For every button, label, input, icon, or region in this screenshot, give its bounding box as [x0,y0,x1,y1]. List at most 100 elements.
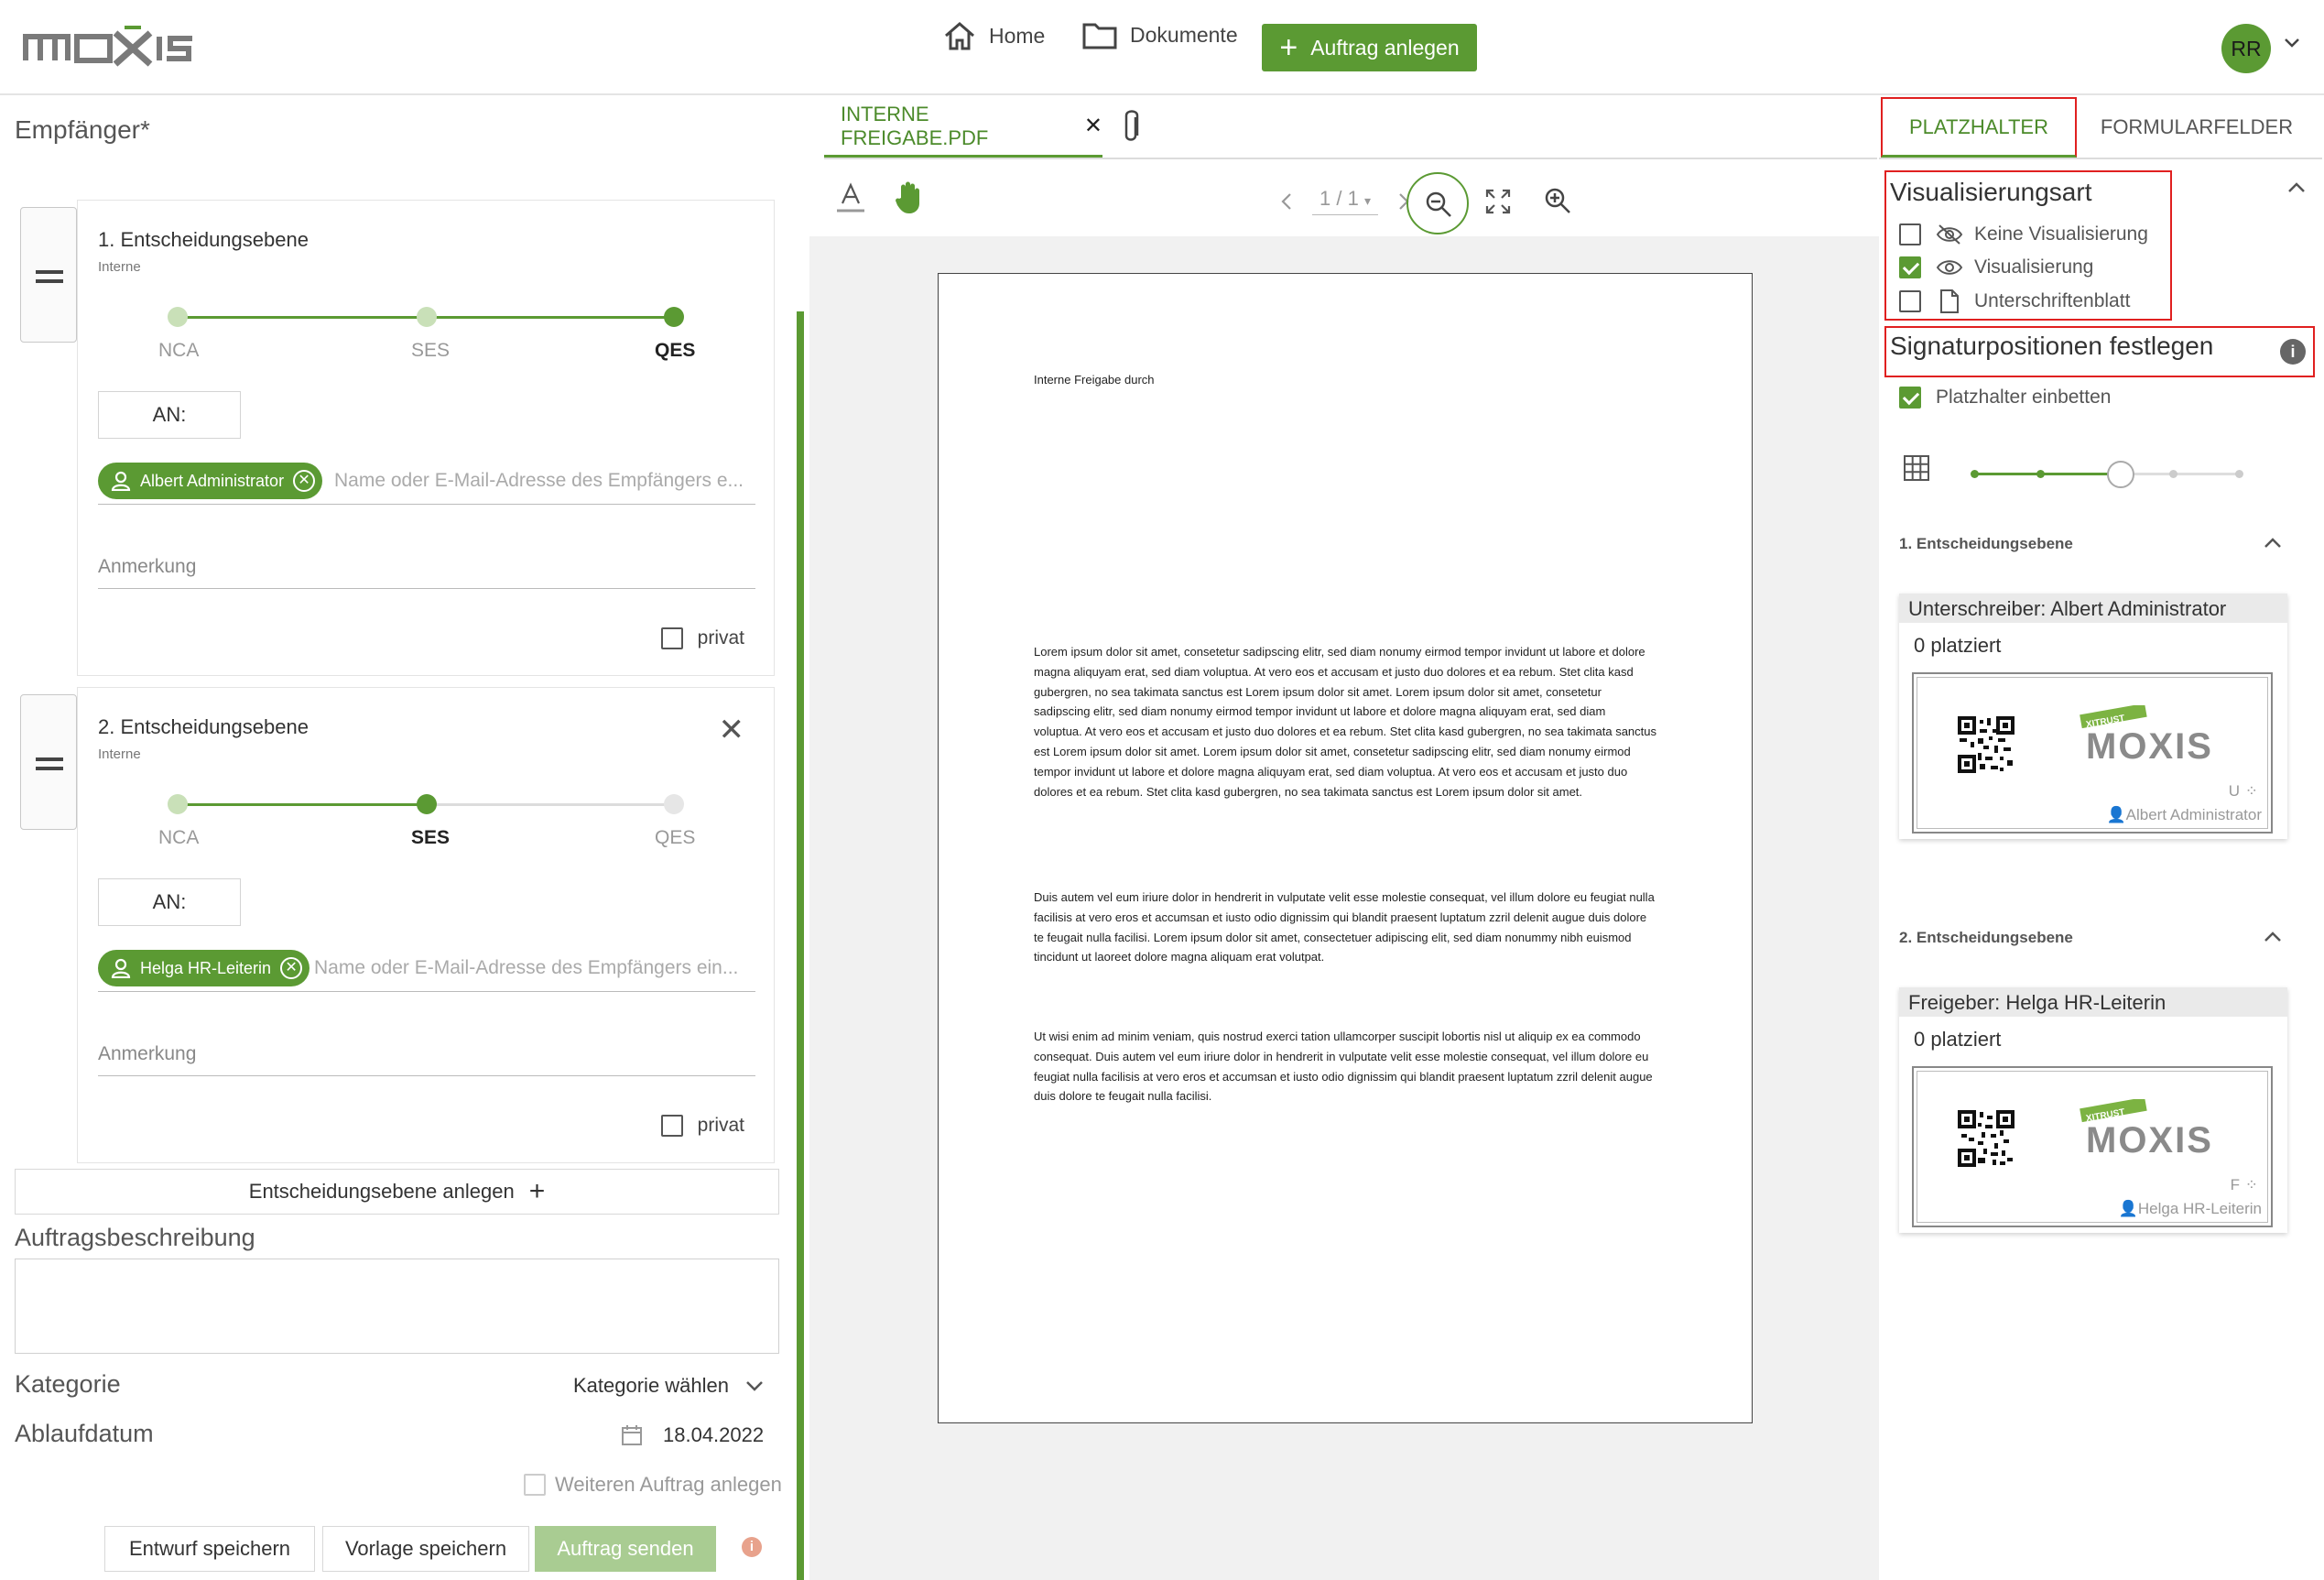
category-select[interactable]: Kategorie wählen [573,1374,764,1398]
moxis-logo[interactable] [22,24,196,70]
create-order-button[interactable]: + Auftrag anlegen [1262,24,1477,71]
visualization-on-checkbox[interactable] [1899,256,1921,278]
private-label: privat [697,627,744,648]
add-decision-level-button[interactable]: Entscheidungsebene anlegen + [15,1169,779,1215]
private-checkbox-box[interactable] [660,627,683,649]
tab-document[interactable]: INTERNE FREIGABE.PDF ✕ [824,97,1102,158]
private-checkbox[interactable]: privat [660,1115,744,1137]
private-checkbox-box[interactable] [660,1115,683,1137]
signature-preview[interactable]: XITRUST MOXIS F ⁘ 👤Helga HR-Leiterin [1912,1066,2273,1227]
eye-off-icon [1936,224,1963,245]
private-checkbox[interactable]: privat [660,627,744,649]
recipient-input-row[interactable]: Albert Administrator ✕ Name oder E-Mail-… [98,463,755,505]
hand-tool-icon[interactable] [894,180,925,214]
save-draft-button[interactable]: Entwurf speichern [104,1526,315,1572]
zoom-out-button[interactable] [1406,172,1469,234]
save-draft-label: Entwurf speichern [128,1537,291,1560]
size-slider-thumb[interactable] [2107,461,2134,488]
tab-placeholders[interactable]: PLATZHALTER [1881,97,2077,158]
description-textarea[interactable] [15,1259,779,1354]
an-selector[interactable]: AN: [98,878,241,926]
chevron-up-icon[interactable] [2264,931,2282,943]
chevron-up-icon[interactable] [2287,181,2306,194]
level-option-ses[interactable] [417,794,437,814]
plus-icon: + [1279,30,1298,65]
level-option-qes[interactable] [664,794,684,814]
drag-handle[interactable] [20,207,77,343]
pdf-canvas[interactable]: Interne Freigabe durch Lorem ipsum dolor… [809,236,1879,1580]
remove-recipient-icon[interactable]: ✕ [293,470,316,492]
send-order-button[interactable]: Auftrag senden [535,1526,716,1572]
visualization-none-option[interactable]: Keine Visualisierung [1899,223,2148,245]
an-selector[interactable]: AN: [98,391,241,439]
spinner-icon: ⁘ [2244,1176,2258,1193]
level-label-qes: QES [655,827,696,848]
visualization-on-option[interactable]: Visualisierung [1899,256,2093,278]
person-icon: 👤 [2106,806,2126,823]
level-option-nca[interactable] [168,307,188,327]
size-slider-fill [1974,473,2121,475]
signature-signer-name: Albert Administrator [2125,806,2262,823]
size-slider[interactable] [1971,461,2243,488]
signature-placeholder-card[interactable]: Freigeber: Helga HR-Leiterin 0 platziert… [1899,987,2287,1233]
save-template-button[interactable]: Vorlage speichern [322,1526,529,1572]
tab-formfields[interactable]: FORMULARFELDER [2082,97,2311,158]
note-field[interactable]: Anmerkung [98,549,755,589]
another-order-checkbox-box[interactable] [524,1474,546,1496]
signature-sheet-option[interactable]: Unterschriftenblatt [1899,289,2130,313]
paperclip-icon[interactable] [1119,108,1143,147]
signature-preview[interactable]: XITRUST MOXIS U ⁘ 👤Albert Administrator [1912,672,2273,834]
grid-icon[interactable] [1903,454,1930,482]
recipient-chip: Helga HR-Leiterin ✕ [98,950,310,986]
eye-icon [1936,260,1963,275]
level-option-ses[interactable] [417,307,437,327]
folder-icon [1082,23,1117,49]
user-avatar[interactable]: RR [2221,24,2271,73]
level-option-nca[interactable] [168,794,188,814]
visualization-none-checkbox[interactable] [1899,223,1921,245]
info-icon[interactable]: i [2280,339,2306,365]
expiry-date-field[interactable]: 18.04.2022 [621,1423,764,1447]
recipient-input-row[interactable]: Helga HR-Leiterin ✕ Name oder E-Mail-Adr… [98,950,755,992]
signature-placeholder-card[interactable]: Unterschreiber: Albert Administrator 0 p… [1899,594,2287,839]
level-label-nca: NCA [158,340,200,361]
embed-placeholder-checkbox[interactable] [1899,387,1921,409]
create-order-label: Auftrag anlegen [1310,35,1460,60]
recipient-search-input[interactable]: Name oder E-Mail-Adresse des Empfängers … [314,957,755,979]
another-order-checkbox[interactable]: Weiteren Auftrag anlegen [524,1473,782,1497]
close-icon[interactable]: ✕ [1084,113,1102,139]
note-field[interactable]: Anmerkung [98,1036,755,1076]
level-title: 2. Entscheidungsebene [98,715,309,738]
visualization-none-label: Keine Visualisierung [1974,223,2148,245]
fullscreen-icon[interactable] [1485,189,1511,214]
visualization-on-label: Visualisierung [1974,256,2094,278]
nav-home[interactable]: Home [943,20,1045,51]
signature-sheet-checkbox[interactable] [1899,290,1921,312]
section-title: 1. Entscheidungsebene [1899,535,2073,552]
save-template-label: Vorlage speichern [344,1537,507,1560]
zoom-out-icon [1426,191,1451,217]
level-option-qes[interactable] [664,307,684,327]
zoom-in-icon[interactable] [1544,187,1571,214]
recipient-search-input[interactable]: Name oder E-Mail-Adresse des Empfängers … [334,470,755,492]
signature-sheet-label: Unterschriftenblatt [1974,290,2131,311]
chevron-up-icon[interactable] [2264,537,2282,550]
remove-recipient-icon[interactable]: ✕ [280,957,303,979]
chevron-left-icon[interactable] [1281,192,1292,211]
qr-code-icon [1958,716,2014,773]
chevron-down-icon[interactable] [2284,37,2300,49]
an-label: AN: [152,890,187,913]
page-indicator[interactable]: 1 / 1 ▾ [1312,187,1378,215]
placed-count: 0 platziert [1914,634,2002,657]
warning-icon[interactable]: i [742,1537,762,1557]
text-select-icon[interactable] [837,181,864,214]
level-title: 1. Entscheidungsebene [98,228,309,251]
nav-documents[interactable]: Dokumente [1082,20,1238,49]
level-label-ses: SES [411,827,451,848]
panel-divider[interactable] [797,311,804,1580]
placeholder-panel: PLATZHALTER FORMULARFELDER Visualisierun… [1879,97,2324,1580]
drag-handle[interactable] [20,694,77,830]
embed-placeholder-option[interactable]: Platzhalter einbetten [1899,387,2111,409]
close-icon[interactable]: ✕ [719,712,745,748]
pdf-page[interactable]: Interne Freigabe durch Lorem ipsum dolor… [938,273,1753,1423]
